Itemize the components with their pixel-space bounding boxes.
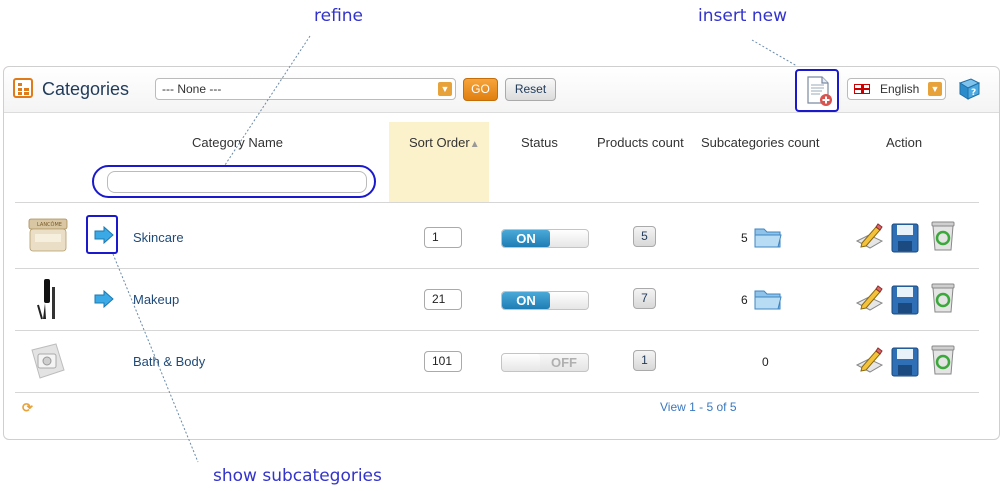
- divider: [15, 330, 979, 331]
- insert-new-icon: [807, 76, 832, 106]
- categories-panel: Categories --- None --- ▼ GO Reset Engli…: [3, 66, 1000, 440]
- subcategories-count: 0: [762, 355, 769, 369]
- insert-new-button[interactable]: [795, 69, 839, 112]
- col-sort-order[interactable]: Sort Order▲: [409, 135, 480, 150]
- products-count-button[interactable]: 1: [633, 350, 656, 371]
- toggle-knob: [502, 354, 540, 371]
- sort-order-input[interactable]: 101: [424, 351, 462, 372]
- col-action: Action: [886, 135, 923, 150]
- col-category-name[interactable]: Category Name: [192, 135, 283, 150]
- folder-icon[interactable]: [753, 286, 783, 312]
- show-subcategories-arrow-icon[interactable]: [93, 289, 115, 309]
- categories-icon: [13, 78, 33, 98]
- sort-order-input[interactable]: 1: [424, 227, 462, 248]
- category-name-filter-input[interactable]: [107, 171, 367, 193]
- language-select[interactable]: English ▼: [847, 78, 946, 100]
- save-icon[interactable]: [890, 346, 920, 378]
- callout-refine: refine: [314, 6, 364, 26]
- status-toggle[interactable]: ON: [501, 229, 589, 248]
- save-icon[interactable]: [890, 222, 920, 254]
- status-on-label: ON: [502, 230, 550, 247]
- pagination-info: View 1 - 5 of 5: [660, 400, 737, 414]
- status-on-label: ON: [502, 292, 550, 309]
- recycle-delete-icon[interactable]: [928, 344, 958, 376]
- callout-show-subcategories: show subcategories: [213, 466, 382, 486]
- help-book-icon[interactable]: ?: [957, 77, 981, 101]
- svg-text:LANCÔME: LANCÔME: [37, 221, 62, 228]
- subcategories-count: 5: [741, 231, 748, 245]
- uk-flag-icon: [854, 84, 870, 94]
- edit-icon[interactable]: [854, 221, 884, 253]
- edit-icon[interactable]: [854, 345, 884, 377]
- language-select-value: English: [880, 82, 920, 96]
- toggle-knob: [550, 292, 588, 309]
- folder-icon[interactable]: [753, 224, 783, 250]
- edit-icon[interactable]: [854, 283, 884, 315]
- status-toggle[interactable]: OFF: [501, 353, 589, 372]
- col-subcategories-count[interactable]: Subcategories count: [701, 135, 820, 150]
- status-toggle[interactable]: ON: [501, 291, 589, 310]
- recycle-delete-icon[interactable]: [928, 282, 958, 314]
- reset-button[interactable]: Reset: [505, 78, 556, 101]
- divider: [15, 268, 979, 269]
- col-sort-order-label: Sort Order: [409, 135, 470, 150]
- parent-category-select-value: --- None ---: [162, 82, 222, 96]
- panel-header: Categories --- None --- ▼ GO Reset Engli…: [4, 67, 999, 113]
- sort-ascending-icon: ▲: [469, 139, 480, 150]
- sort-order-input[interactable]: 21: [424, 289, 462, 310]
- parent-category-select[interactable]: --- None --- ▼: [155, 78, 456, 100]
- chevron-down-icon: ▼: [928, 82, 942, 96]
- category-name-link[interactable]: Bath & Body: [133, 354, 205, 369]
- toggle-knob: [550, 230, 588, 247]
- recycle-delete-icon[interactable]: [928, 220, 958, 252]
- go-button[interactable]: GO: [463, 78, 498, 101]
- category-name-link[interactable]: Makeup: [133, 292, 179, 307]
- sort-order-highlight: [389, 122, 489, 202]
- status-off-label: OFF: [551, 355, 577, 370]
- show-subcategories-highlight: [86, 215, 118, 254]
- category-name-link[interactable]: Skincare: [133, 230, 184, 245]
- callout-insert-new: insert new: [698, 6, 788, 26]
- chevron-down-icon: ▼: [438, 82, 452, 96]
- products-count-button[interactable]: 5: [633, 226, 656, 247]
- divider: [15, 202, 979, 203]
- mascara-image: [37, 279, 55, 320]
- page-title: Categories: [42, 79, 130, 99]
- products-count-button[interactable]: 7: [633, 288, 656, 309]
- subcategories-count: 6: [741, 293, 748, 307]
- cream-jar-image: LANCÔME: [28, 218, 68, 252]
- svg-text:?: ?: [971, 88, 976, 98]
- col-products-count[interactable]: Products count: [597, 135, 684, 150]
- col-status[interactable]: Status: [521, 135, 558, 150]
- save-icon[interactable]: [890, 284, 920, 316]
- placeholder-image: [31, 343, 65, 379]
- divider: [15, 392, 979, 393]
- refresh-icon[interactable]: ⟳: [22, 400, 36, 415]
